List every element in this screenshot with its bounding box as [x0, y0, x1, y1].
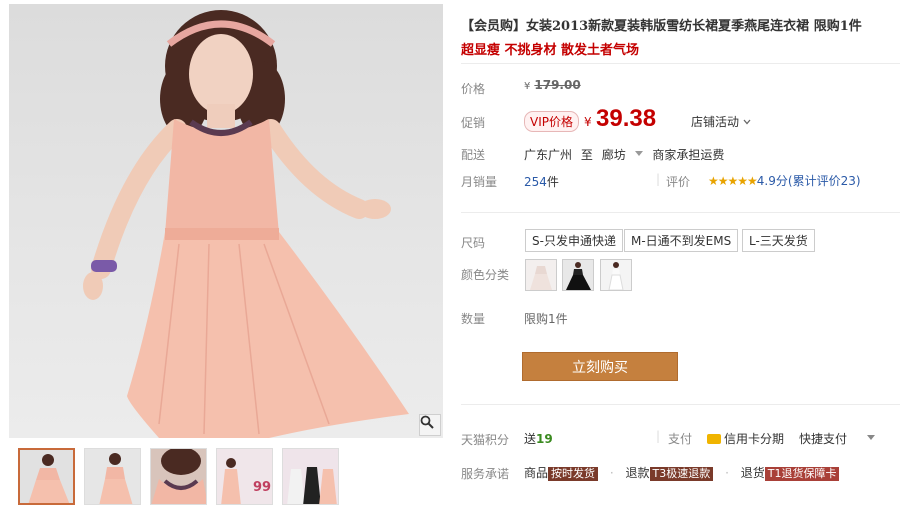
quantity-label: 数量 — [461, 312, 486, 326]
size-option-s[interactable]: S-只发申通快递 — [525, 229, 623, 252]
currency-symbol: ¥ — [524, 81, 531, 92]
service-goods: 商品 — [524, 466, 549, 480]
fast-refund-tag[interactable]: T3极速退款 — [649, 467, 714, 481]
color-label: 颜色分类 — [461, 268, 510, 282]
main-product-image[interactable] — [9, 4, 443, 438]
shipping-label: 配送 — [461, 148, 486, 162]
ship-from[interactable]: 广东广州 — [524, 148, 572, 162]
store-activity-label: 店铺活动 — [691, 115, 740, 129]
promo-price: 39.38 — [596, 105, 657, 132]
caret-down-icon[interactable] — [634, 151, 643, 157]
thumbnail-5[interactable] — [282, 448, 339, 505]
size-label: 尺码 — [461, 236, 486, 250]
separator: | — [656, 429, 661, 443]
thumbnail-strip: 99 — [18, 448, 339, 505]
monthly-sales: 254件 — [524, 173, 559, 190]
rating-text: 4.9分(累计评价23) — [756, 174, 861, 188]
color-swatch-white[interactable] — [600, 259, 632, 291]
quantity-limit: 限购1件 — [524, 312, 568, 326]
ship-to-city[interactable]: 廊坊 — [602, 148, 626, 162]
buy-now-button[interactable]: 立刻购买 — [522, 352, 678, 381]
rating-stars: ★★★★★ — [708, 174, 758, 188]
points-label: 天猫积分 — [461, 433, 510, 447]
payment-dropdown[interactable] — [867, 430, 875, 444]
promo-label: 促销 — [461, 116, 486, 130]
original-price: ¥179.00 — [524, 78, 581, 92]
points-number: 19 — [536, 432, 553, 446]
thumbnail-2[interactable] — [84, 448, 141, 505]
points-value: 送19 — [524, 430, 553, 447]
shipping-info: 广东广州 至 廊坊 商家承担运费 — [524, 146, 724, 163]
thumbnail-4[interactable]: 99 — [216, 448, 273, 505]
promo-currency: ¥ — [584, 115, 592, 129]
divider — [461, 404, 900, 405]
shipping-fee: 商家承担运费 — [652, 148, 725, 162]
sales-unit: 件 — [546, 175, 559, 189]
service-commitments: 商品 按时发货 · 退款 T3极速退款 · 退货 T1退货保障卡 — [524, 464, 840, 481]
separator: | — [656, 172, 661, 186]
divider — [461, 63, 900, 64]
ship-to-word: 至 — [580, 148, 593, 162]
size-option-m[interactable]: M-日通不到发EMS — [624, 229, 739, 252]
store-activity-dropdown[interactable]: 店铺活动 — [691, 113, 751, 130]
service-return: 退货 — [740, 466, 765, 480]
original-price-value: 179.00 — [534, 78, 581, 92]
thumbnail-1[interactable] — [18, 448, 75, 505]
quick-pay[interactable]: 快捷支付 — [799, 430, 847, 447]
return-guarantee-tag[interactable]: T1退货保障卡 — [764, 467, 840, 481]
price-label: 价格 — [461, 82, 486, 96]
points-prefix: 送 — [524, 432, 537, 446]
caret-down-icon — [867, 435, 875, 440]
credit-installment[interactable]: 信用卡分期 — [707, 430, 784, 447]
color-swatch-black[interactable] — [562, 259, 594, 291]
thumbnail-promo-text: 99 — [253, 480, 271, 495]
on-time-delivery-tag[interactable]: 按时发货 — [548, 467, 599, 481]
pay-label: 支付 — [668, 432, 693, 446]
vip-price-badge: VIP价格 — [524, 111, 579, 132]
product-title: 【会员购】女装2013新款夏装韩版雪纺长裙夏季燕尾连衣裙 限购1件 — [461, 19, 862, 34]
size-option-l[interactable]: L-三天发货 — [742, 229, 815, 252]
model-photo — [83, 10, 409, 438]
divider — [461, 212, 900, 213]
product-subtitle: 超显瘦 不挑身材 散发土者气场 — [461, 43, 640, 58]
chevron-down-icon — [743, 119, 751, 125]
color-swatch-pink[interactable] — [525, 259, 557, 291]
rating-label: 评价 — [666, 175, 691, 189]
sales-count: 254 — [524, 175, 547, 189]
service-refund: 退款 — [625, 466, 650, 480]
rating[interactable]: ★★★★★4.9分(累计评价23) — [708, 172, 861, 189]
monthly-sales-label: 月销量 — [461, 175, 498, 189]
zoom-button[interactable] — [419, 414, 441, 436]
credit-installment-label: 信用卡分期 — [724, 432, 785, 446]
thumbnail-3[interactable] — [150, 448, 207, 505]
magnifier-icon — [420, 415, 434, 429]
credit-card-icon — [707, 434, 721, 444]
service-label: 服务承诺 — [461, 467, 510, 481]
